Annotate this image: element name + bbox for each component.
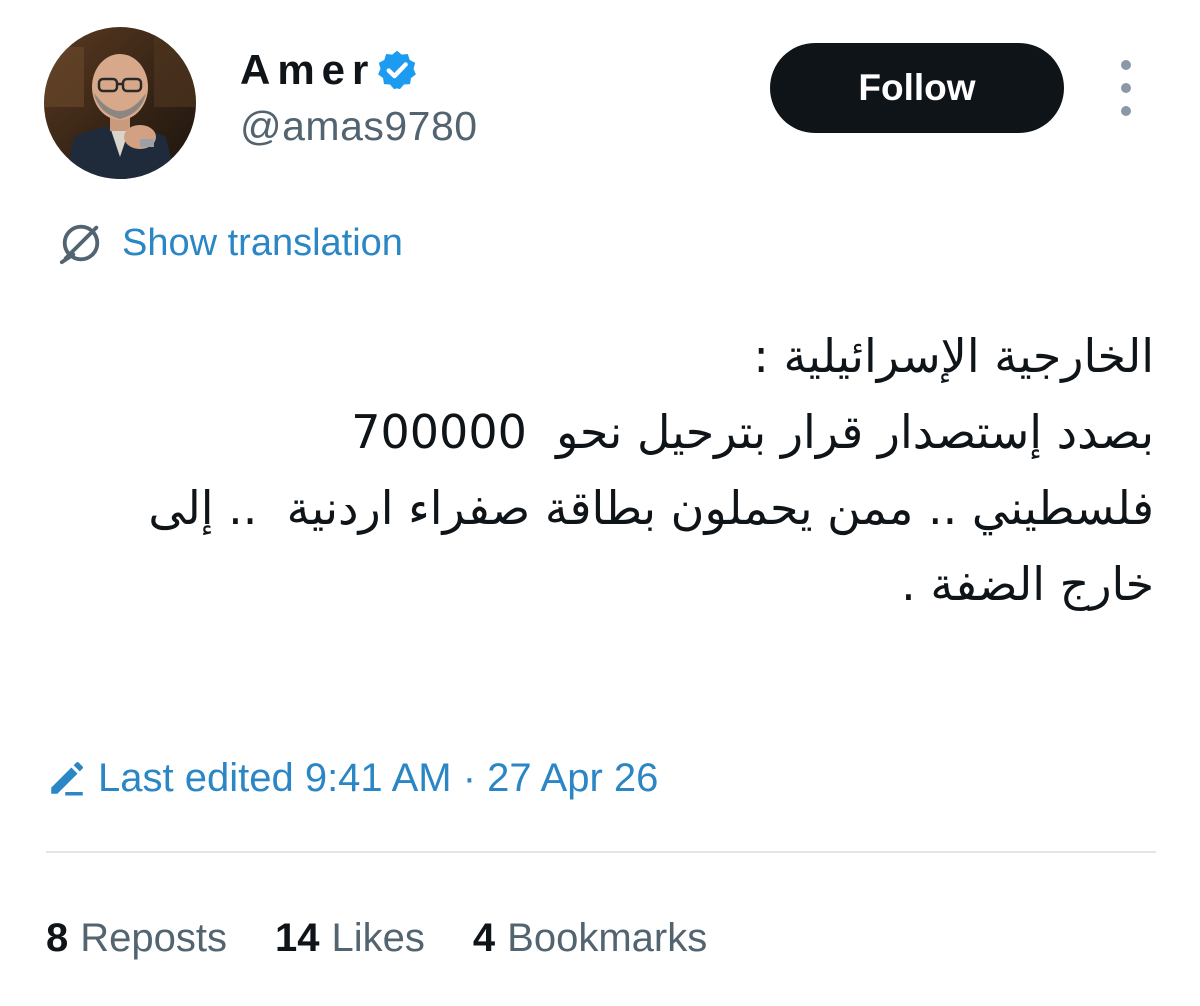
bookmarks-stat[interactable]: 4 Bookmarks (473, 916, 707, 961)
author-name-row[interactable]: Amer (240, 42, 419, 98)
tweet-text-line: فلسطيني .. ممن يحملون بطاقة صفراء اردنية… (148, 481, 1154, 535)
translate-globe-icon (59, 224, 100, 265)
more-vertical-icon-dot (1121, 83, 1131, 93)
more-options-button[interactable] (1108, 60, 1144, 116)
tweet-text-line: بصدد إستصدار قرار بترحيل نحو 700000 (351, 405, 1154, 459)
tweet-text-line: الخارجية الإسرائيلية : (753, 329, 1154, 383)
engagement-stats: 8 Reposts 14 Likes 4 Bookmarks (46, 910, 755, 966)
reposts-stat[interactable]: 8 Reposts (46, 916, 227, 961)
verified-badge-icon (378, 50, 417, 90)
more-vertical-icon (1121, 60, 1131, 70)
reposts-label: Reposts (80, 915, 227, 960)
last-edited-label: Last edited 9:41 AM · 27 Apr 26 (98, 755, 659, 800)
author-handle[interactable]: @amas9780 (240, 103, 478, 150)
bookmarks-label: Bookmarks (507, 915, 708, 960)
show-translation-label: Show translation (122, 221, 403, 264)
last-edited-link[interactable]: Last edited 9:41 AM · 27 Apr 26 (46, 750, 658, 806)
show-translation-link[interactable]: Show translation (58, 215, 403, 271)
author-display-name[interactable]: Amer (240, 46, 375, 94)
follow-button[interactable]: Follow (770, 43, 1064, 133)
divider (46, 851, 1156, 853)
reposts-count: 8 (46, 915, 69, 960)
avatar[interactable] (44, 27, 196, 179)
avatar-photo (44, 27, 196, 179)
likes-stat[interactable]: 14 Likes (275, 916, 425, 961)
pencil-edit-icon (51, 761, 84, 796)
tweet-text-line: خارج الضفة . (901, 557, 1154, 611)
bookmarks-count: 4 (472, 915, 496, 960)
more-vertical-icon-dot (1121, 106, 1131, 116)
likes-count: 14 (275, 915, 320, 960)
likes-label: Likes (331, 915, 425, 960)
tweet-text: الخارجية الإسرائيلية : بصدد إستصدار قرار… (34, 318, 1154, 622)
